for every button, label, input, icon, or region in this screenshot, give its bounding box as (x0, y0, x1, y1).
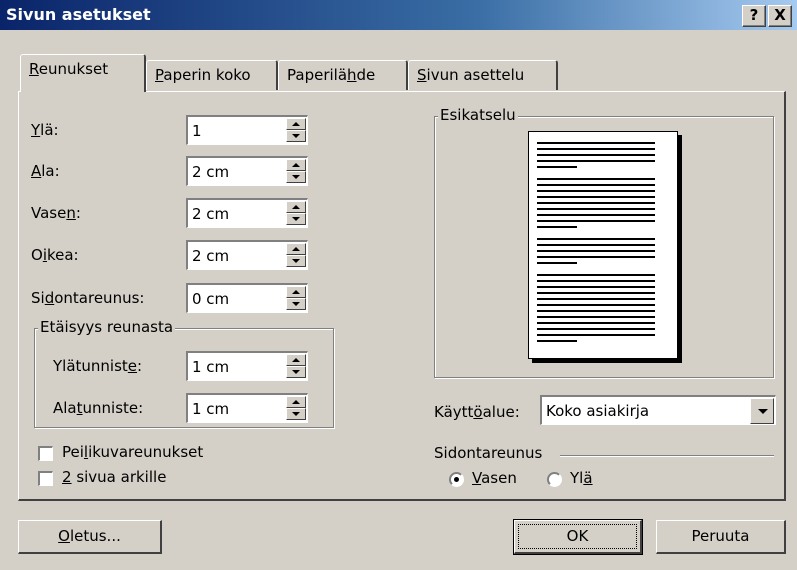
window-title: Sivun asetukset (6, 5, 151, 24)
top-margin-spinner[interactable]: 1 (186, 115, 308, 145)
spin-up-button[interactable] (286, 118, 306, 130)
bottom-margin-label: Ala: (31, 162, 60, 180)
right-margin-value[interactable]: 2 cm (192, 247, 229, 265)
two-pages-label[interactable]: 2 sivua arkille (62, 468, 166, 486)
arrow-down-icon (292, 134, 300, 138)
spin-up-button[interactable] (286, 243, 306, 255)
mirror-margins-label[interactable]: Peilikuvareunukset (62, 443, 203, 461)
arrow-up-icon (292, 358, 300, 362)
footer-distance-value[interactable]: 1 cm (192, 400, 229, 418)
right-margin-label: Oikea: (31, 246, 79, 264)
spin-down-button[interactable] (286, 171, 306, 183)
cancel-button[interactable]: Peruuta (656, 520, 786, 554)
spin-up-button[interactable] (286, 286, 306, 298)
gutter-position-divider (560, 455, 774, 457)
arrow-down-icon (292, 412, 300, 416)
gutter-top-label[interactable]: Ylä (570, 469, 593, 487)
gutter-left-label[interactable]: Vasen (472, 469, 517, 487)
spin-down-button[interactable] (286, 408, 306, 420)
left-margin-value[interactable]: 2 cm (192, 205, 229, 223)
arrow-down-icon (292, 259, 300, 263)
spin-up-button[interactable] (286, 354, 306, 366)
dropdown-button[interactable] (750, 398, 774, 424)
bottom-margin-spinner[interactable]: 2 cm (186, 156, 308, 186)
spin-down-button[interactable] (286, 255, 306, 267)
header-distance-label: Ylätunniste: (53, 357, 143, 375)
tab-layout[interactable]: Sivun asettelu (408, 60, 558, 90)
chevron-down-icon (758, 409, 768, 414)
apply-to-label: Käyttöalue: (434, 403, 520, 421)
radio-dot-icon (454, 477, 459, 482)
arrow-up-icon (292, 163, 300, 167)
left-margin-label: Vasen: (31, 204, 81, 222)
ok-button[interactable]: OK (513, 519, 643, 555)
arrow-up-icon (292, 122, 300, 126)
gutter-top-radio[interactable] (547, 472, 562, 487)
top-margin-label: Ylä: (31, 121, 59, 139)
arrow-up-icon (292, 400, 300, 404)
edge-distance-legend: Etäisyys reunasta (38, 318, 176, 336)
footer-distance-spinner[interactable]: 1 cm (186, 393, 308, 423)
arrow-down-icon (292, 217, 300, 221)
default-button[interactable]: Oletus... (18, 520, 162, 554)
spin-down-button[interactable] (286, 213, 306, 225)
top-margin-value[interactable]: 1 (192, 122, 202, 140)
spin-down-button[interactable] (286, 366, 306, 378)
bottom-margin-value[interactable]: 2 cm (192, 163, 229, 181)
spin-down-button[interactable] (286, 298, 306, 310)
right-margin-spinner[interactable]: 2 cm (186, 240, 308, 270)
page-preview (528, 131, 678, 359)
apply-to-dropdown[interactable]: Koko asiakirja (540, 395, 776, 425)
tab-margins[interactable]: Reunukset (20, 54, 146, 92)
spin-up-button[interactable] (286, 159, 306, 171)
tab-paper-size[interactable]: Paperin koko (146, 60, 278, 90)
gutter-label: Sidontareunus: (31, 289, 145, 307)
close-button[interactable]: X (768, 5, 792, 27)
spin-down-button[interactable] (286, 130, 306, 142)
arrow-up-icon (292, 247, 300, 251)
arrow-down-icon (292, 175, 300, 179)
left-margin-spinner[interactable]: 2 cm (186, 198, 308, 228)
preview-legend: Esikatselu (438, 106, 518, 124)
header-distance-value[interactable]: 1 cm (192, 358, 229, 376)
header-distance-spinner[interactable]: 1 cm (186, 351, 308, 381)
arrow-down-icon (292, 302, 300, 306)
gutter-position-legend: Sidontareunus (434, 444, 543, 462)
two-pages-checkbox[interactable] (38, 471, 53, 486)
arrow-up-icon (292, 290, 300, 294)
gutter-left-radio[interactable] (449, 472, 464, 487)
gutter-spinner[interactable]: 0 cm (186, 283, 308, 313)
spin-up-button[interactable] (286, 396, 306, 408)
tab-paper-source[interactable]: Paperilähde (278, 60, 408, 90)
footer-distance-label: Alatunniste: (53, 399, 144, 417)
arrow-down-icon (292, 370, 300, 374)
mirror-margins-checkbox[interactable] (38, 446, 53, 461)
arrow-up-icon (292, 205, 300, 209)
apply-to-value: Koko asiakirja (546, 402, 650, 420)
gutter-value[interactable]: 0 cm (192, 290, 229, 308)
spin-up-button[interactable] (286, 201, 306, 213)
help-button[interactable]: ? (742, 5, 766, 27)
